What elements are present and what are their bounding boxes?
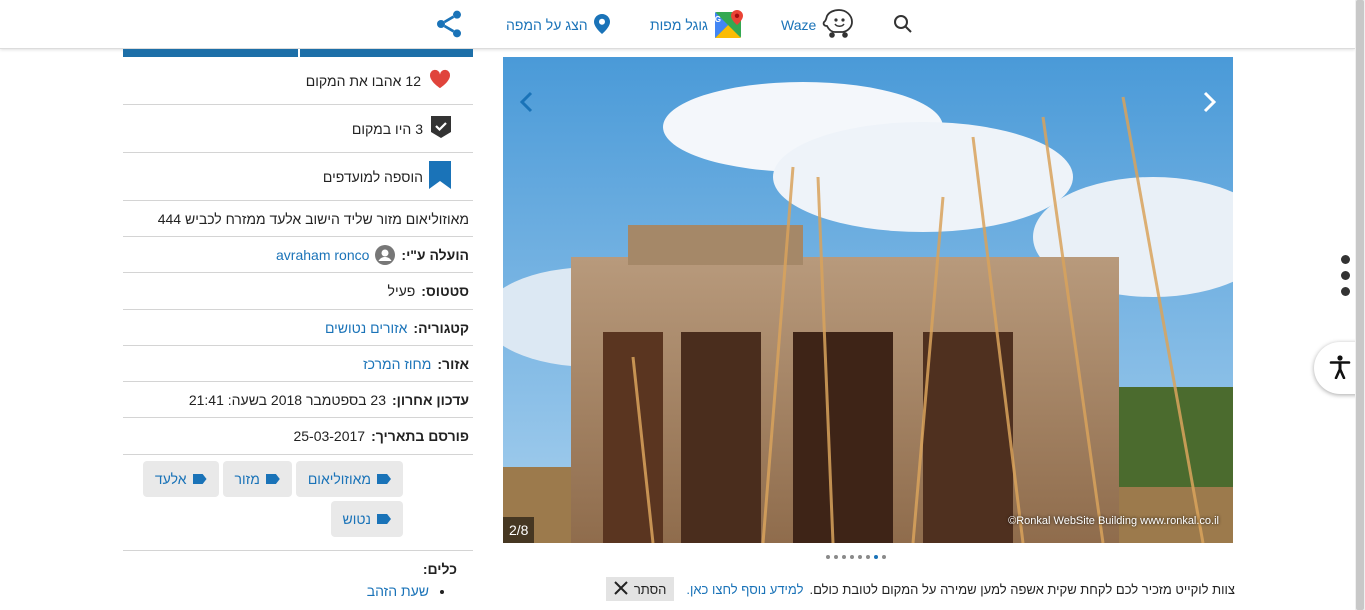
tag-chip[interactable]: אלעד — [142, 461, 219, 497]
golden-hour-link[interactable]: שעת הזהב — [367, 583, 429, 599]
checkmark-shield-icon — [431, 116, 451, 141]
more-info-link[interactable]: למידע נוסף לחצו כאן. — [686, 582, 803, 597]
status-label: סטטוס: — [421, 283, 469, 299]
region-row: אזור: מחוז המרכז — [123, 346, 473, 382]
show-on-map-button[interactable]: הצג על המפה — [506, 8, 610, 42]
search-button[interactable] — [893, 8, 913, 42]
photo-credit: ©Ronkal WebSite Building www.ronkal.co.i… — [1008, 515, 1219, 527]
tags-list: מאוזוליאום מזור אלעד נטוש — [123, 455, 473, 551]
published-value: 25-03-2017 — [293, 428, 366, 444]
waze-button[interactable]: Waze — [781, 8, 854, 42]
chevron-right-icon — [1203, 91, 1217, 113]
slider-dot[interactable] — [874, 555, 878, 559]
status-row: סטטוס: פעיל — [123, 273, 473, 310]
visited-count: 3 — [415, 120, 423, 137]
tag-chip[interactable]: נטוש — [330, 501, 403, 537]
slider-dot[interactable] — [858, 555, 862, 559]
hide-notice-label: הסתר — [633, 581, 667, 597]
tag-label: מזור — [234, 471, 260, 487]
slider-dot[interactable] — [850, 555, 854, 559]
likes-row[interactable]: 12 אהבו את המקום — [123, 57, 473, 105]
share-icon — [433, 8, 465, 43]
share-button[interactable] — [433, 8, 465, 42]
slider-dot[interactable] — [882, 555, 886, 559]
chevron-left-icon — [519, 91, 533, 113]
bookmark-icon — [429, 161, 451, 192]
uploader-link[interactable]: avraham ronco — [276, 247, 369, 263]
tag-label: נטוש — [342, 511, 371, 527]
published-row: פורסם בתאריך: 25-03-2017 — [123, 418, 473, 455]
favorites-row[interactable]: הוספה למועדפים — [123, 153, 473, 201]
published-label: פורסם בתאריך: — [371, 428, 469, 444]
last-updated-label: עדכון אחרון: — [392, 391, 469, 408]
more-options-button[interactable] — [1341, 255, 1350, 296]
next-slide-button[interactable] — [1197, 90, 1221, 114]
google-maps-label: גוגל מפות — [650, 17, 708, 33]
slider-dot[interactable] — [834, 555, 838, 559]
panel-tab[interactable] — [298, 49, 473, 57]
panel-tabs — [123, 49, 473, 57]
description-row: מאוזוליאום מזור שליד הישוב אלעד ממזרח לכ… — [123, 201, 473, 237]
accessibility-icon — [1329, 354, 1351, 382]
prev-slide-button[interactable] — [515, 90, 539, 114]
last-updated-value: 23 בספטמבר 2018 בשעה: 21:41 — [188, 391, 386, 408]
search-icon — [893, 14, 913, 37]
cleanliness-notice: צוות לוקייט מזכיר לכם לקחת שקית אשפה למע… — [585, 576, 1235, 602]
favorites-text: הוספה למועדפים — [322, 168, 423, 185]
likes-count: 12 — [405, 72, 421, 89]
slider-dot[interactable] — [866, 555, 870, 559]
visited-row[interactable]: 3 היו במקום — [123, 105, 473, 153]
dot-icon — [1341, 287, 1350, 296]
last-updated-row: עדכון אחרון: 23 בספטמבר 2018 בשעה: 21:41 — [123, 382, 473, 418]
uploaded-by-label: הועלה ע"י: — [401, 246, 469, 263]
visited-text: היו במקום — [351, 120, 412, 137]
category-link[interactable]: אזורים נטושים — [325, 320, 407, 336]
close-icon — [614, 580, 628, 598]
scrollbar-thumb[interactable] — [1356, 0, 1364, 610]
slide-image — [503, 57, 1233, 543]
tag-label: אלעד — [154, 471, 187, 487]
tag-chip[interactable]: מאוזוליאום — [295, 461, 403, 497]
tools-list: שעת הזהב — [123, 583, 457, 599]
show-on-map-label: הצג על המפה — [506, 17, 588, 33]
notice-text: צוות לוקייט מזכיר לכם לקחת שקית אשפה למע… — [809, 581, 1236, 597]
slider-dot[interactable] — [826, 555, 830, 559]
slide-counter: 2/8 — [503, 517, 535, 543]
hide-notice-button[interactable]: הסתר — [605, 577, 675, 601]
region-link[interactable]: מחוז המרכז — [363, 356, 431, 372]
waze-icon — [822, 8, 854, 42]
slider-pagination — [826, 555, 886, 559]
waze-label: Waze — [781, 17, 817, 33]
tag-icon — [377, 514, 391, 524]
category-label: קטגוריה: — [413, 319, 469, 336]
image-slider[interactable]: 2/8 ©Ronkal WebSite Building www.ronkal.… — [503, 57, 1233, 543]
svg-text:G: G — [715, 15, 721, 24]
tools-section: כלים: שעת הזהב — [123, 551, 473, 599]
tools-list-item: שעת הזהב — [123, 583, 429, 599]
tag-icon — [265, 474, 280, 484]
dot-icon — [1341, 255, 1350, 264]
heart-icon — [429, 69, 451, 92]
tag-label: מאוזוליאום — [307, 471, 371, 487]
likes-text: אהבו את המקום — [305, 72, 402, 89]
dot-icon — [1341, 271, 1350, 280]
slider-dot[interactable] — [842, 555, 846, 559]
tag-chip[interactable]: מזור — [222, 461, 292, 497]
tag-icon — [192, 474, 207, 484]
uploaded-by-row: הועלה ע"י: avraham ronco — [123, 237, 473, 273]
page-scrollbar[interactable] — [1355, 0, 1365, 610]
tag-icon — [377, 474, 391, 484]
user-avatar-icon — [375, 244, 396, 265]
panel-tab[interactable] — [123, 49, 298, 57]
place-description: מאוזוליאום מזור שליד הישוב אלעד ממזרח לכ… — [157, 210, 469, 227]
place-info-panel: 12 אהבו את המקום 3 היו במקום הוספה למועד… — [123, 49, 473, 610]
region-label: אזור: — [437, 355, 469, 372]
category-row: קטגוריה: אזורים נטושים — [123, 310, 473, 346]
google-maps-button[interactable]: G גוגל מפות — [650, 8, 744, 42]
top-bar: הצג על המפה G גוגל מפות Waze — [0, 0, 1355, 49]
status-value: פעיל — [387, 283, 416, 299]
google-maps-icon: G — [714, 9, 744, 42]
map-pin-icon — [593, 13, 610, 37]
tools-label: כלים: — [422, 561, 457, 577]
